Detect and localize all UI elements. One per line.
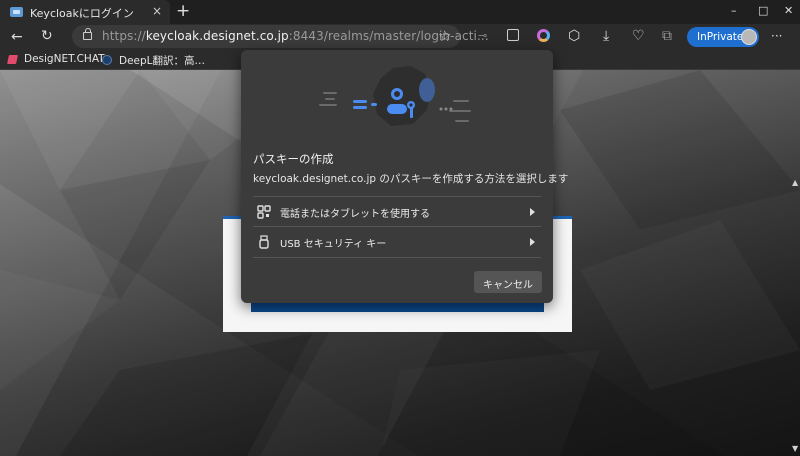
more-menu-icon[interactable]: ··· — [771, 30, 782, 42]
back-arrow-icon[interactable]: ← — [11, 30, 23, 44]
passkey-dialog: パスキーの作成 keycloak.designet.co.jp のパスキーを作成… — [241, 50, 568, 303]
bookmark-deepl[interactable]: DeepL翻訳：高… — [119, 53, 205, 68]
download-icon[interactable]: ⤓ — [603, 29, 609, 43]
usb-key-icon — [259, 235, 269, 249]
bookmark-designet-chat[interactable]: DesigNET.CHAT — [24, 53, 105, 65]
option-phone-label: 電話またはタブレットを使用する — [280, 209, 430, 220]
reload-icon[interactable]: ↻ — [41, 29, 53, 43]
minimize-button[interactable]: – — [731, 4, 737, 17]
cancel-button[interactable]: キャンセル — [474, 271, 542, 293]
chevron-right-icon — [530, 208, 535, 216]
inprivate-label: InPrivate — [697, 31, 744, 43]
dialog-title: パスキーの作成 — [253, 152, 334, 166]
chevron-right-icon — [530, 238, 535, 246]
collections-icon[interactable] — [507, 29, 519, 41]
copilot-icon[interactable] — [537, 29, 550, 42]
inprivate-button[interactable]: InPrivate — [687, 27, 759, 47]
lock-icon[interactable] — [83, 28, 92, 40]
address-bar[interactable]: https://keycloak.designet.co.jp:8443/rea… — [72, 25, 489, 48]
browser-window: Keycloakにログイン × + – □ ✕ ← ↻ https://keyc… — [0, 0, 800, 456]
deepl-icon — [102, 55, 112, 65]
browser-essentials-icon[interactable]: ♡ — [632, 29, 645, 43]
divider — [253, 257, 541, 258]
url-text[interactable]: https://keycloak.designet.co.jp:8443/rea… — [102, 29, 489, 43]
new-tab-button[interactable]: + — [176, 1, 190, 21]
option-usb-label: USB セキュリティ キー — [280, 239, 387, 250]
tab-close-icon[interactable]: × — [152, 4, 162, 18]
browser-toolbar: ← ↻ https://keycloak.designet.co.jp:8443… — [0, 24, 800, 50]
tab-strip: Keycloakにログイン × + – □ ✕ — [0, 0, 800, 24]
key-extension-icon[interactable]: ⊸ — [478, 30, 487, 41]
avatar — [741, 29, 757, 45]
option-phone-or-tablet[interactable]: 電話またはタブレットを使用する — [253, 197, 541, 227]
qr-code-icon — [257, 205, 271, 219]
favorite-star-icon[interactable]: ☆ — [438, 27, 451, 45]
maximize-button[interactable]: □ — [758, 4, 768, 17]
passkey-hero-illustration — [319, 66, 471, 126]
tab-title: Keycloakにログイン — [30, 7, 134, 20]
extensions-puzzle-icon[interactable]: ⬡ — [568, 29, 580, 43]
tab-keycloak[interactable]: Keycloakにログイン × — [0, 0, 170, 24]
collections-tray-icon[interactable]: ⧉ — [662, 29, 672, 43]
scroll-down-arrow-icon[interactable]: ▼ — [792, 444, 798, 453]
cancel-label: キャンセル — [483, 280, 533, 291]
dialog-description: keycloak.designet.co.jp のパスキーを作成する方法を選択し… — [253, 173, 569, 185]
keycloak-favicon-icon — [10, 7, 23, 17]
designet-chat-icon — [7, 55, 18, 64]
scroll-up-arrow-icon[interactable]: ▲ — [792, 178, 798, 187]
window-close-button[interactable]: ✕ — [784, 4, 793, 17]
option-usb-security-key[interactable]: USB セキュリティ キー — [253, 227, 541, 257]
